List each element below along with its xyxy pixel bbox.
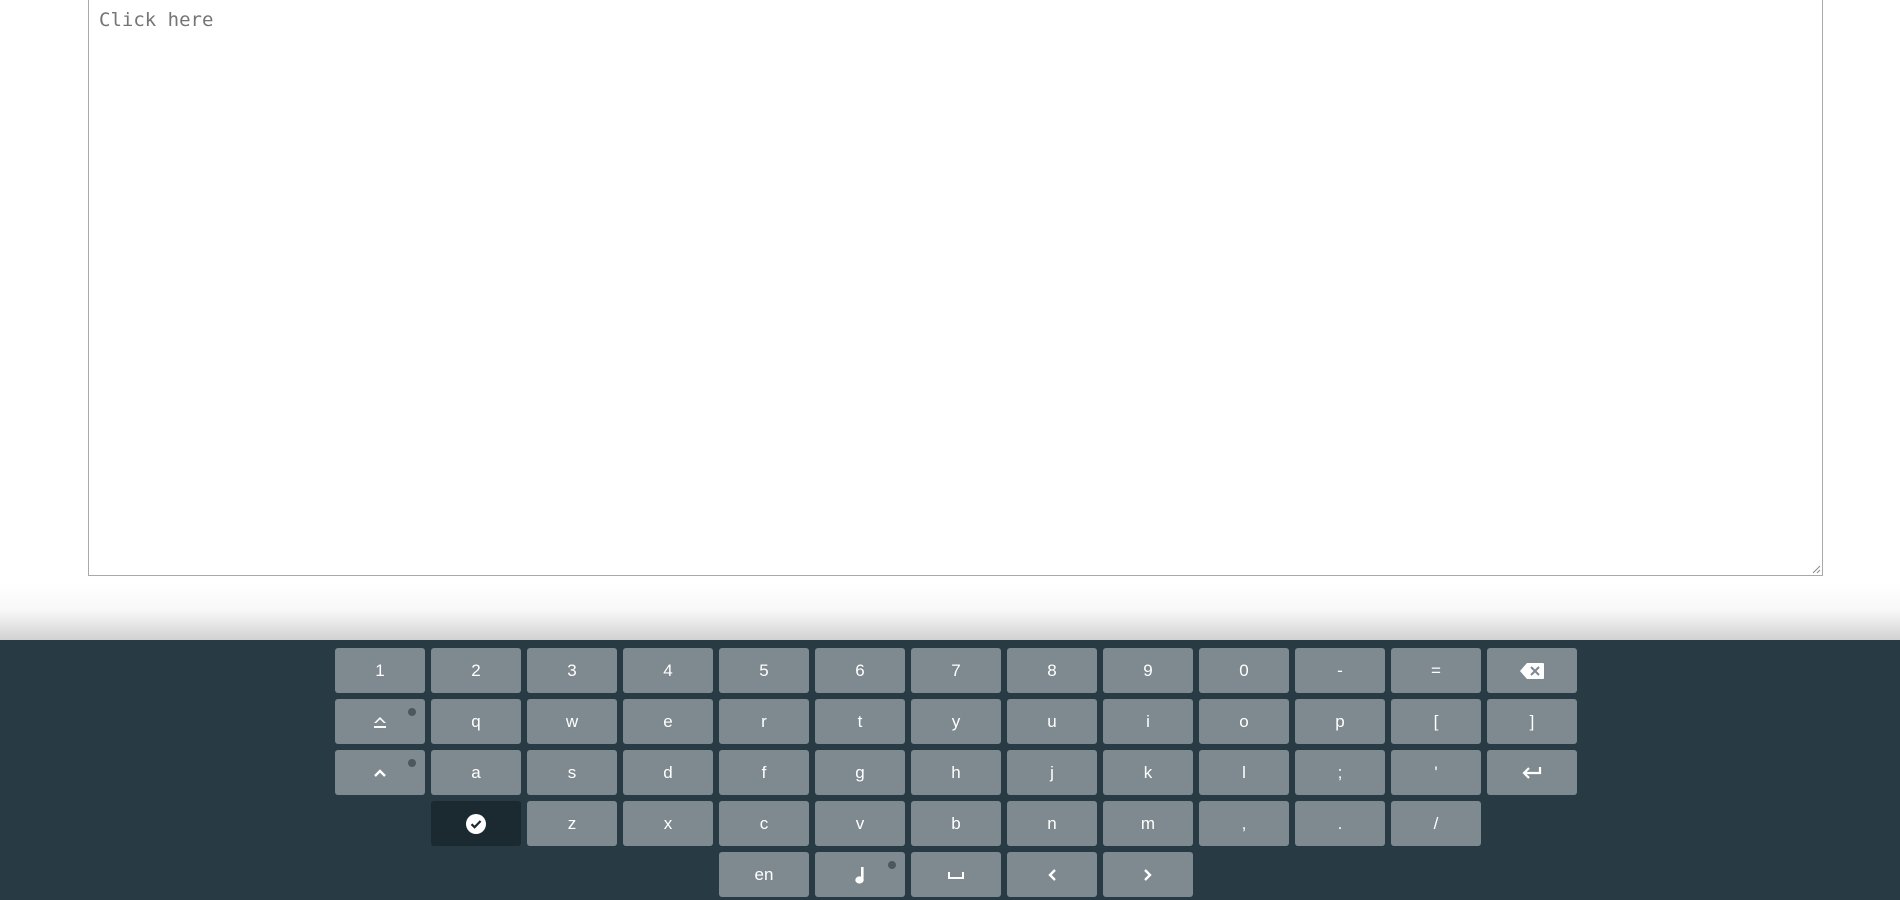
key-k[interactable]: k (1103, 750, 1193, 795)
keyboard-row-qwerty: q w e r t y u i o p [ ] (0, 699, 1900, 745)
key-6[interactable]: 6 (815, 648, 905, 693)
key-3[interactable]: 3 (527, 648, 617, 693)
key-b[interactable]: b (911, 801, 1001, 846)
key-5[interactable]: 5 (719, 648, 809, 693)
key-8[interactable]: 8 (1007, 648, 1097, 693)
key-semicolon[interactable]: ; (1295, 750, 1385, 795)
caps-indicator-dot (408, 759, 416, 767)
key-d[interactable]: d (623, 750, 713, 795)
check-circle-icon (466, 813, 486, 834)
key-arrow-right[interactable] (1103, 852, 1193, 897)
key-m[interactable]: m (1103, 801, 1193, 846)
key-e[interactable]: e (623, 699, 713, 744)
space-icon (948, 871, 964, 879)
key-v[interactable]: v (815, 801, 905, 846)
key-c[interactable]: c (719, 801, 809, 846)
backspace-icon (1520, 662, 1544, 679)
key-done[interactable] (431, 801, 521, 846)
key-0[interactable]: 0 (1199, 648, 1289, 693)
text-area-placeholder[interactable]: Click here (89, 0, 1822, 575)
key-w[interactable]: w (527, 699, 617, 744)
key-quote[interactable]: ' (1391, 750, 1481, 795)
keyboard-row-controls: en (0, 852, 1900, 898)
key-left-bracket[interactable]: [ (1391, 699, 1481, 744)
music-indicator-dot (888, 861, 896, 869)
key-a[interactable]: a (431, 750, 521, 795)
key-z[interactable]: z (527, 801, 617, 846)
resize-grip-icon[interactable] (1811, 564, 1821, 574)
key-shift[interactable] (335, 699, 425, 744)
key-p[interactable]: p (1295, 699, 1385, 744)
key-n[interactable]: n (1007, 801, 1097, 846)
key-period[interactable]: . (1295, 801, 1385, 846)
key-9[interactable]: 9 (1103, 648, 1193, 693)
key-g[interactable]: g (815, 750, 905, 795)
shift-lock-icon (374, 716, 386, 728)
key-4[interactable]: 4 (623, 648, 713, 693)
virtual-keyboard: 1 2 3 4 5 6 7 8 9 0 - = q w e r t y u i … (0, 640, 1900, 900)
key-x[interactable]: x (623, 801, 713, 846)
key-space[interactable] (911, 852, 1001, 897)
keyboard-row-bottom-letters: z x c v b n m , . / (0, 801, 1900, 847)
key-slash[interactable]: / (1391, 801, 1481, 846)
key-right-bracket[interactable]: ] (1487, 699, 1577, 744)
key-music[interactable] (815, 852, 905, 897)
key-2[interactable]: 2 (431, 648, 521, 693)
keyboard-row-numbers: 1 2 3 4 5 6 7 8 9 0 - = (0, 648, 1900, 694)
keyboard-row-home: a s d f g h j k l ; ' (0, 750, 1900, 796)
text-area[interactable]: Click here (88, 0, 1823, 576)
chevron-left-icon (1048, 868, 1056, 881)
key-f[interactable]: f (719, 750, 809, 795)
key-1[interactable]: 1 (335, 648, 425, 693)
key-t[interactable]: t (815, 699, 905, 744)
chevron-right-icon (1144, 868, 1152, 881)
key-q[interactable]: q (431, 699, 521, 744)
key-o[interactable]: o (1199, 699, 1289, 744)
key-y[interactable]: y (911, 699, 1001, 744)
enter-icon (1522, 766, 1542, 779)
key-language[interactable]: en (719, 852, 809, 897)
key-caps[interactable] (335, 750, 425, 795)
key-l[interactable]: l (1199, 750, 1289, 795)
caret-up-icon (374, 768, 386, 777)
key-s[interactable]: s (527, 750, 617, 795)
keyboard-shadow (0, 582, 1900, 640)
key-comma[interactable]: , (1199, 801, 1289, 846)
key-minus[interactable]: - (1295, 648, 1385, 693)
music-note-icon (855, 866, 864, 884)
key-j[interactable]: j (1007, 750, 1097, 795)
key-arrow-left[interactable] (1007, 852, 1097, 897)
key-u[interactable]: u (1007, 699, 1097, 744)
key-enter[interactable] (1487, 750, 1577, 795)
shift-indicator-dot (408, 708, 416, 716)
key-backspace[interactable] (1487, 648, 1577, 693)
key-equals[interactable]: = (1391, 648, 1481, 693)
key-h[interactable]: h (911, 750, 1001, 795)
key-i[interactable]: i (1103, 699, 1193, 744)
key-r[interactable]: r (719, 699, 809, 744)
key-7[interactable]: 7 (911, 648, 1001, 693)
